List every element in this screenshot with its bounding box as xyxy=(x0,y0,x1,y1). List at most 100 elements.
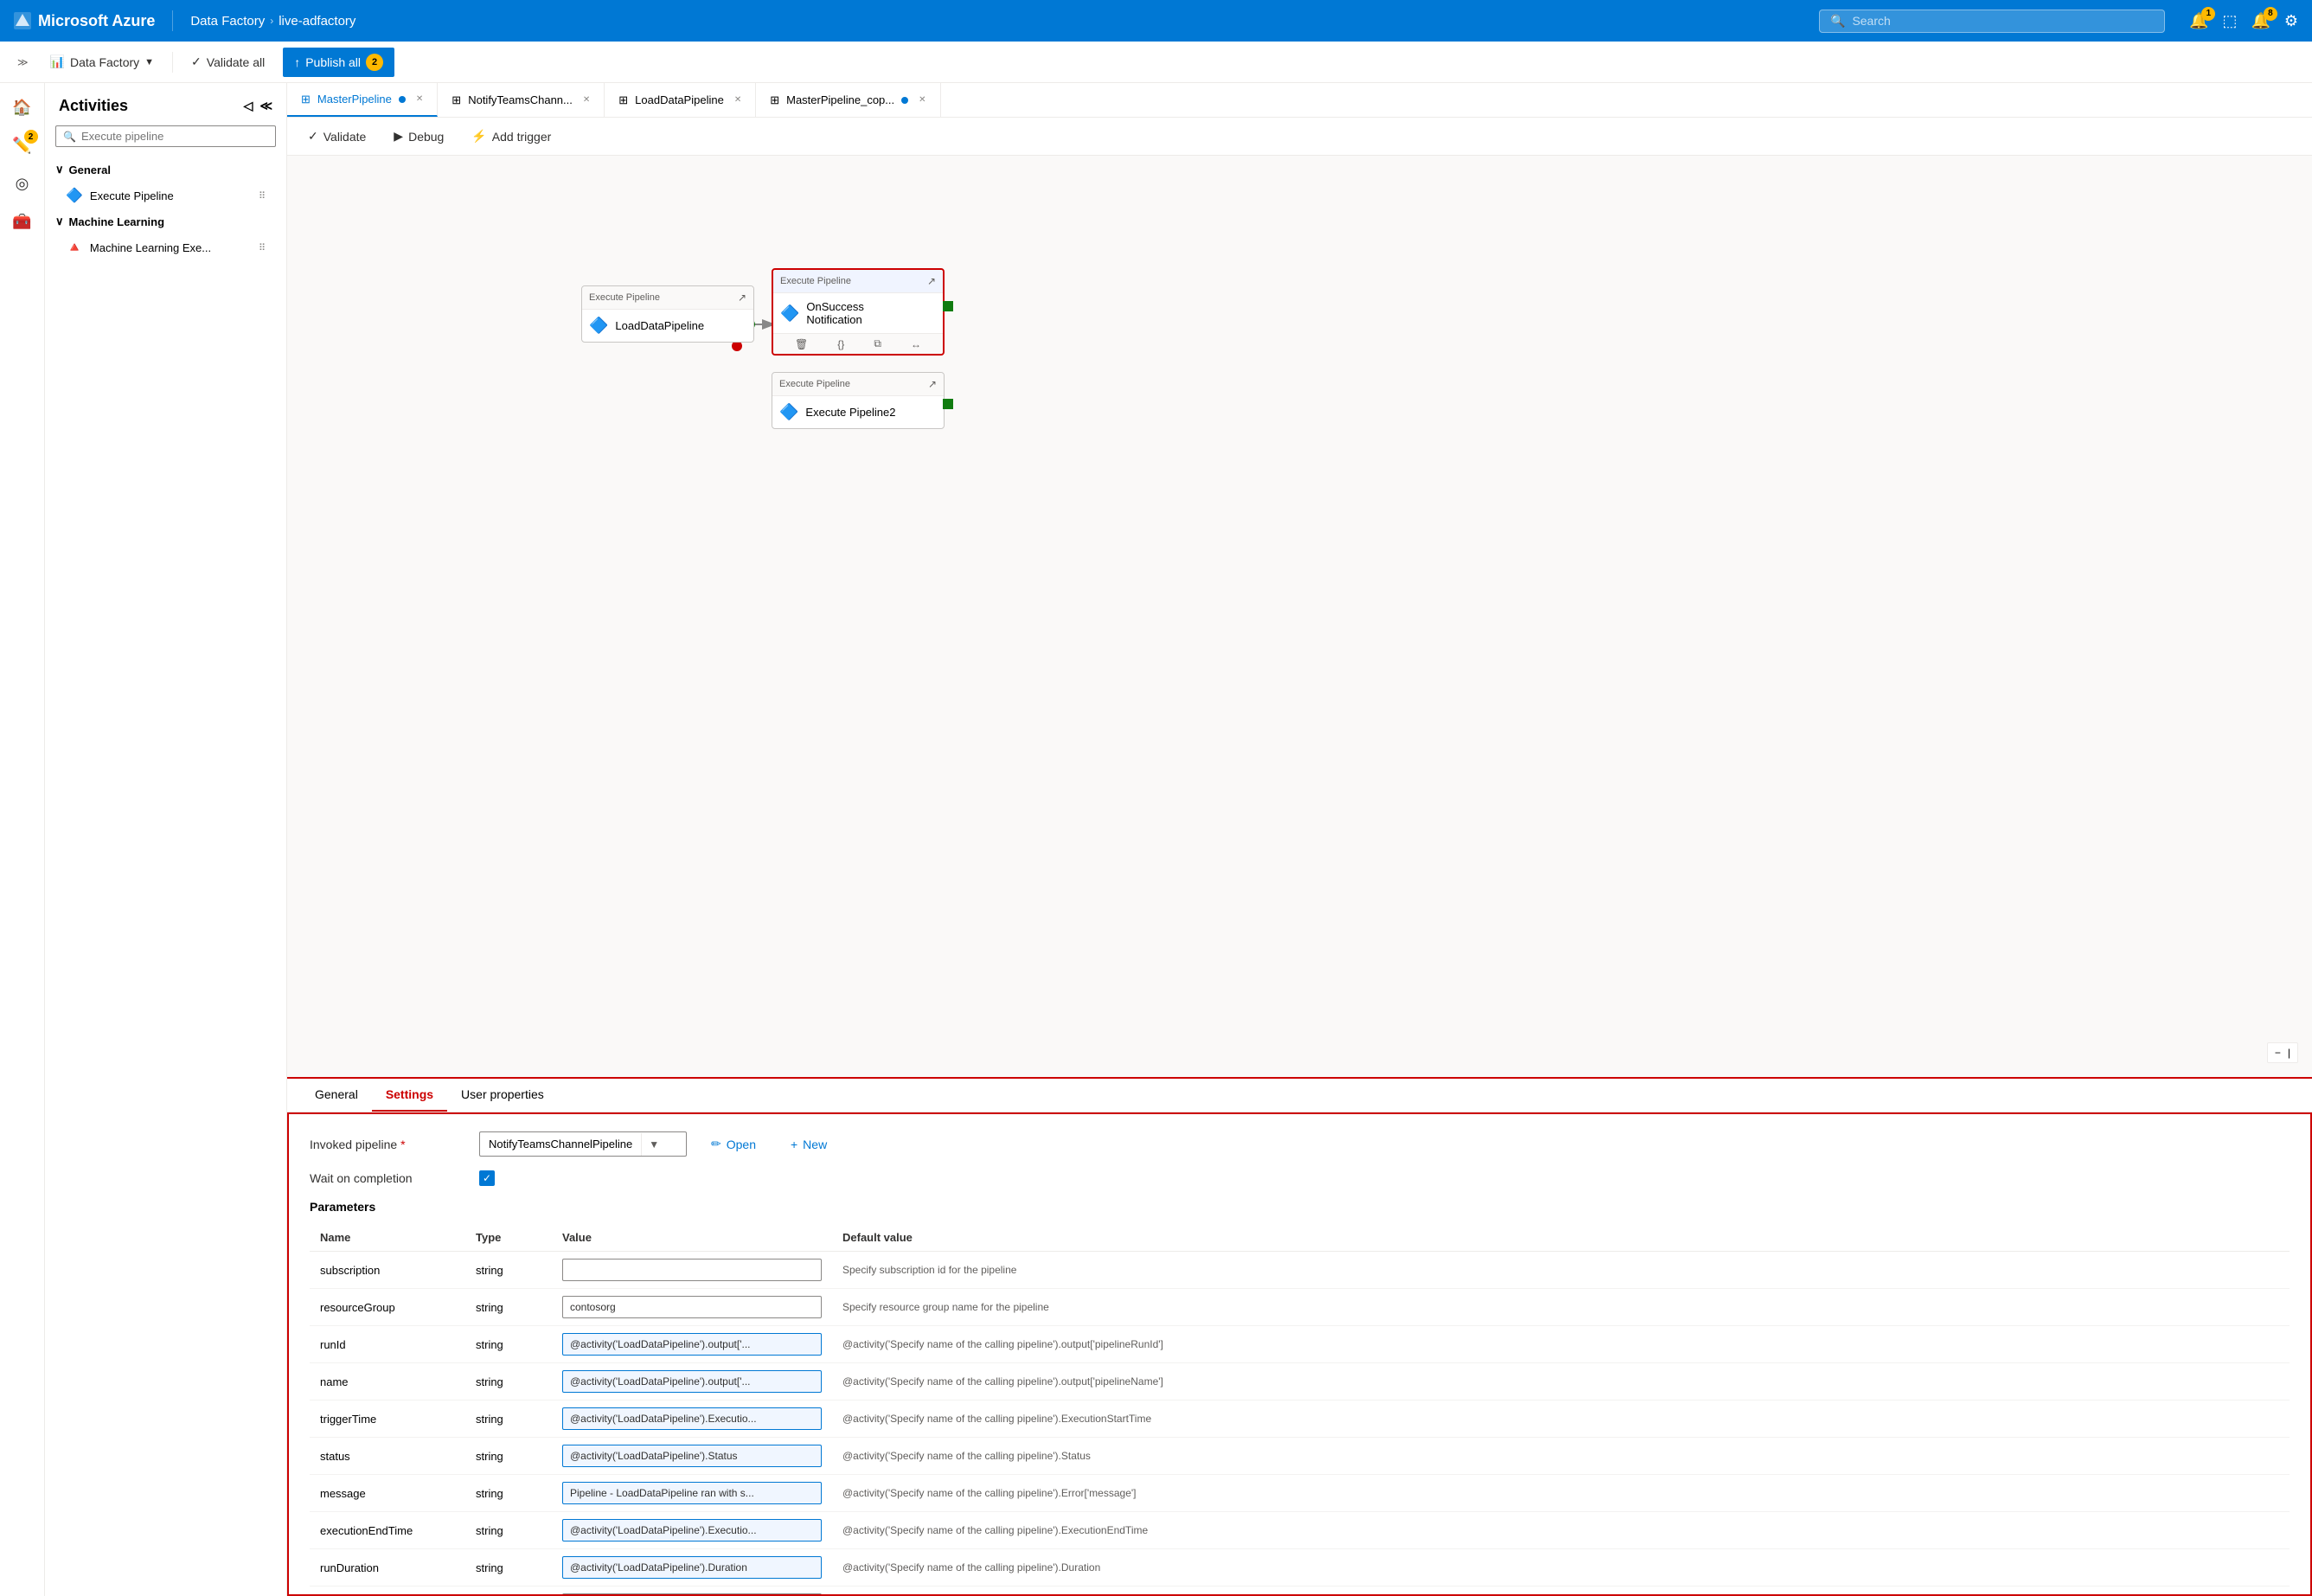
add-trigger-button[interactable]: ⚡ Add trigger xyxy=(464,125,558,147)
param-value-cell-9[interactable] xyxy=(552,1586,832,1596)
pipeline-box-exec2[interactable]: Execute Pipeline ↗ 🔷 Execute Pipeline2 xyxy=(772,372,945,429)
box1-external-icon[interactable]: ↗ xyxy=(738,292,746,304)
param-value-cell-0[interactable] xyxy=(552,1252,832,1289)
ml-section-header[interactable]: ∨ Machine Learning xyxy=(45,209,286,234)
param-input-7[interactable] xyxy=(562,1519,822,1542)
param-input-0[interactable] xyxy=(562,1259,822,1281)
plus-icon: + xyxy=(791,1138,797,1151)
breadcrumb-instance[interactable]: live-adfactory xyxy=(279,14,355,29)
param-input-1[interactable] xyxy=(562,1296,822,1318)
param-default-0: Specify subscription id for the pipeline xyxy=(832,1252,2290,1289)
box1-icon: 🔷 xyxy=(589,317,608,335)
param-input-5[interactable] xyxy=(562,1445,822,1467)
publish-all-button[interactable]: ↑ Publish all 2 xyxy=(283,48,394,77)
footer-code-icon[interactable]: {} xyxy=(837,338,844,350)
tab-close-1[interactable]: ✕ xyxy=(583,95,590,105)
tab-master-copy[interactable]: ⊞ MasterPipeline_cop... ✕ xyxy=(756,83,940,117)
pipeline-box-load[interactable]: Execute Pipeline ↗ 🔷 LoadDataPipeline xyxy=(581,285,754,343)
tab-general[interactable]: General xyxy=(301,1079,372,1112)
param-value-cell-4[interactable] xyxy=(552,1401,832,1438)
notifications-badge: 1 xyxy=(2201,7,2215,21)
general-section-header[interactable]: ∨ General xyxy=(45,157,286,182)
param-input-2[interactable] xyxy=(562,1333,822,1356)
validate-all-button[interactable]: ✓ Validate all xyxy=(180,48,276,75)
drag-handle: ⠿ xyxy=(259,190,266,202)
new-pipeline-button[interactable]: + New xyxy=(780,1132,837,1157)
tab-close-0[interactable]: ✕ xyxy=(416,94,423,104)
debug-button[interactable]: ▶ Debug xyxy=(387,125,451,147)
sidebar-home[interactable]: 🏠 xyxy=(5,90,40,125)
tab-notify-teams[interactable]: ⊞ NotifyTeamsChann... ✕ xyxy=(438,83,605,117)
activities-panel: Activities ◁ ≪ 🔍 ∨ General 🔷 Execute Pip… xyxy=(45,83,287,1596)
param-default-4: @activity('Specify name of the calling p… xyxy=(832,1401,2290,1438)
box2-external-icon[interactable]: ↗ xyxy=(927,275,936,287)
data-factory-dropdown[interactable]: 📊 Data Factory ▼ xyxy=(39,48,165,75)
footer-connect-icon[interactable]: ↔ xyxy=(911,338,921,350)
param-row-4: triggerTimestring@activity('Specify name… xyxy=(310,1401,2290,1438)
tab-close-2[interactable]: ✕ xyxy=(734,95,741,105)
ml-chevron: ∨ xyxy=(55,215,64,228)
tab-icon-1: ⊞ xyxy=(452,93,461,107)
footer-delete-icon[interactable]: 🗑 xyxy=(795,338,808,350)
execute-pipeline-item[interactable]: 🔷 Execute Pipeline ⠿ xyxy=(45,182,286,209)
brand-label: Microsoft Azure xyxy=(38,12,155,30)
alerts-button[interactable]: 🔔8 xyxy=(2251,12,2270,30)
tab-user-properties[interactable]: User properties xyxy=(447,1079,558,1112)
invoked-pipeline-dropdown[interactable]: NotifyTeamsChannelPipeline ▼ xyxy=(479,1131,687,1157)
param-value-cell-8[interactable] xyxy=(552,1549,832,1586)
user-props-tab-label: User properties xyxy=(461,1087,544,1101)
tabs-bar: ⊞ MasterPipeline ✕ ⊞ NotifyTeamsChann...… xyxy=(287,83,2312,118)
tab-master-pipeline[interactable]: ⊞ MasterPipeline ✕ xyxy=(287,83,438,117)
collapse-panel-icon[interactable]: ≪ xyxy=(259,99,272,113)
param-value-cell-3[interactable] xyxy=(552,1363,832,1401)
param-input-6[interactable] xyxy=(562,1482,822,1504)
dropdown-chevron: ▼ xyxy=(144,57,154,67)
collapse-icon[interactable]: ◁ xyxy=(244,99,253,113)
pipeline-canvas[interactable]: Execute Pipeline ↗ 🔷 LoadDataPipeline Ex… xyxy=(287,156,2312,1077)
breadcrumb-data-factory[interactable]: Data Factory xyxy=(190,14,265,29)
secondary-toolbar: ≫ 📊 Data Factory ▼ ✓ Validate all ↑ Publ… xyxy=(0,42,2312,83)
param-input-4[interactable] xyxy=(562,1407,822,1430)
sidebar-toolbox[interactable]: 🧰 xyxy=(5,204,40,239)
param-value-cell-6[interactable] xyxy=(552,1475,832,1512)
ml-execute-item[interactable]: 🔺 Machine Learning Exe... ⠿ xyxy=(45,234,286,261)
sidebar-edit[interactable]: ✏️2 xyxy=(5,128,40,163)
search-activities-input[interactable] xyxy=(81,130,268,143)
param-row-0: subscriptionstringSpecify subscription i… xyxy=(310,1252,2290,1289)
tab-close-3[interactable]: ✕ xyxy=(919,95,925,105)
footer-copy-icon[interactable]: ⧉ xyxy=(874,337,881,350)
param-row-5: statusstring@activity('Specify name of t… xyxy=(310,1438,2290,1475)
param-value-cell-7[interactable] xyxy=(552,1512,832,1549)
settings-button[interactable]: ⚙ xyxy=(2284,12,2298,30)
notifications-button[interactable]: 🔔1 xyxy=(2189,12,2208,30)
param-input-3[interactable] xyxy=(562,1370,822,1393)
top-bar: Microsoft Azure Data Factory › live-adfa… xyxy=(0,0,2312,42)
cloud-shell-button[interactable]: ⬚ xyxy=(2222,12,2237,30)
tab-settings[interactable]: Settings xyxy=(372,1079,447,1112)
sidebar-monitor[interactable]: ◎ xyxy=(5,166,40,201)
zoom-minus[interactable]: − xyxy=(2275,1047,2281,1059)
param-value-cell-2[interactable] xyxy=(552,1326,832,1363)
box3-external-icon[interactable]: ↗ xyxy=(928,378,937,390)
toolbar-divider xyxy=(172,52,173,73)
search-input[interactable] xyxy=(1852,14,2154,28)
publish-badge: 2 xyxy=(366,54,383,71)
params-section: Parameters Name Type Value Default value xyxy=(310,1200,2290,1596)
pipeline-box-notify[interactable]: Execute Pipeline ↗ 🔷 OnSuccessNotificati… xyxy=(772,268,945,356)
param-value-cell-5[interactable] xyxy=(552,1438,832,1475)
param-input-8[interactable] xyxy=(562,1556,822,1579)
open-pipeline-button[interactable]: ✏ Open xyxy=(701,1131,766,1157)
param-value-cell-1[interactable] xyxy=(552,1289,832,1326)
param-row-7: executionEndTimestring@activity('Specify… xyxy=(310,1512,2290,1549)
validate-button[interactable]: ✓ Validate xyxy=(301,125,373,147)
tab-label-1: NotifyTeamsChann... xyxy=(468,93,573,106)
wait-checkbox[interactable]: ✓ xyxy=(479,1170,495,1186)
param-row-9: teamWebhookUrlstringSpecify Team Webhook… xyxy=(310,1586,2290,1596)
box2-header-label: Execute Pipeline xyxy=(780,276,851,286)
tab-load-data[interactable]: ⊞ LoadDataPipeline ✕ xyxy=(605,83,756,117)
trigger-icon: ⚡ xyxy=(471,129,486,144)
tab-icon-0: ⊞ xyxy=(301,93,311,106)
param-type-8: string xyxy=(465,1549,552,1586)
box2-icon: 🔷 xyxy=(780,304,799,323)
expand-icon[interactable]: ≫ xyxy=(14,53,32,72)
